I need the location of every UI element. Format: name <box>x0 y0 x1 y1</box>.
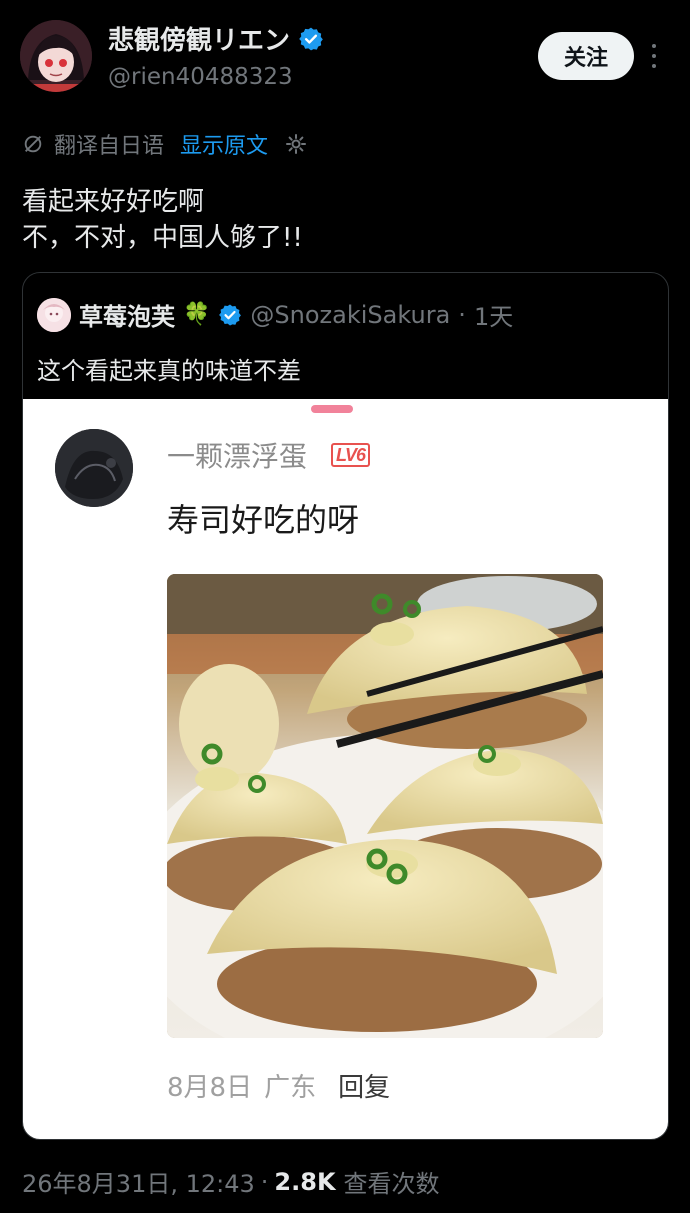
translation-row: 翻译自日语 显示原文 <box>22 128 308 160</box>
translated-from-label: 翻译自日语 <box>54 134 165 159</box>
quoted-tweet-card[interactable]: 草莓泡芙 🍀 @SnozakiSakura · 1天 这个看起来真的味道不差 一… <box>22 272 669 1140</box>
inner-user-row: 一颗漂浮蛋 LV6 <box>167 435 371 475</box>
food-photo <box>167 574 603 1038</box>
show-original-link[interactable]: 显示原文 <box>180 128 268 160</box>
inner-user-avatar <box>55 429 133 507</box>
quoted-tweet-image[interactable]: 一颗漂浮蛋 LV6 寿司好吃的呀 8月8日 广东 回复 <box>23 399 668 1139</box>
view-count-label: 查看次数 <box>343 1170 440 1198</box>
translate-icon <box>24 135 42 153</box>
verified-badge-icon <box>219 304 242 325</box>
inner-post-location: 广东 <box>264 1073 317 1103</box>
quoted-tweet-header: 草莓泡芙 🍀 @SnozakiSakura · 1天 <box>37 297 513 332</box>
inner-reply-link: 回复 <box>338 1073 391 1103</box>
inner-post-date: 8月8日 <box>167 1073 253 1103</box>
author-handle[interactable]: @rien40488323 <box>108 64 293 90</box>
tweet-timestamp[interactable]: 26年8月31日, 12:43 <box>22 1164 255 1199</box>
tweet-text: 看起来好好吃啊 不，不对，中国人够了!! <box>22 187 303 253</box>
clover-icon: 🍀 <box>183 302 211 327</box>
tweet-meta-footer: 26年8月31日, 12:43 · 2.8K 查看次数 <box>22 1164 440 1199</box>
separator-dot: · <box>260 1167 269 1196</box>
inner-username: 一颗漂浮蛋 <box>167 440 308 473</box>
inner-post-text: 寿司好吃的呀 <box>167 501 360 539</box>
more-options-icon[interactable] <box>646 40 662 72</box>
separator-dot: · <box>458 300 466 329</box>
author-avatar[interactable] <box>20 20 92 92</box>
follow-button[interactable]: 关注 <box>538 32 634 80</box>
author-name-row: 悲観傍観リエン <box>108 20 324 57</box>
gear-icon[interactable] <box>284 132 308 156</box>
quoted-tweet-text: 这个看起来真的味道不差 <box>37 357 301 385</box>
quoted-author-name: 草莓泡芙 <box>79 303 175 331</box>
quoted-author-avatar <box>37 297 71 332</box>
quoted-tweet-time: 1天 <box>473 303 514 331</box>
pink-indicator <box>311 405 353 413</box>
inner-post-meta: 8月8日 广东 回复 <box>167 1067 390 1104</box>
quoted-author-handle: @SnozakiSakura <box>250 300 451 329</box>
verified-badge-icon <box>299 27 323 50</box>
author-name[interactable]: 悲観傍観リエン <box>108 20 290 57</box>
view-count: 2.8K <box>274 1167 336 1196</box>
level-badge: LV6 <box>331 443 371 467</box>
